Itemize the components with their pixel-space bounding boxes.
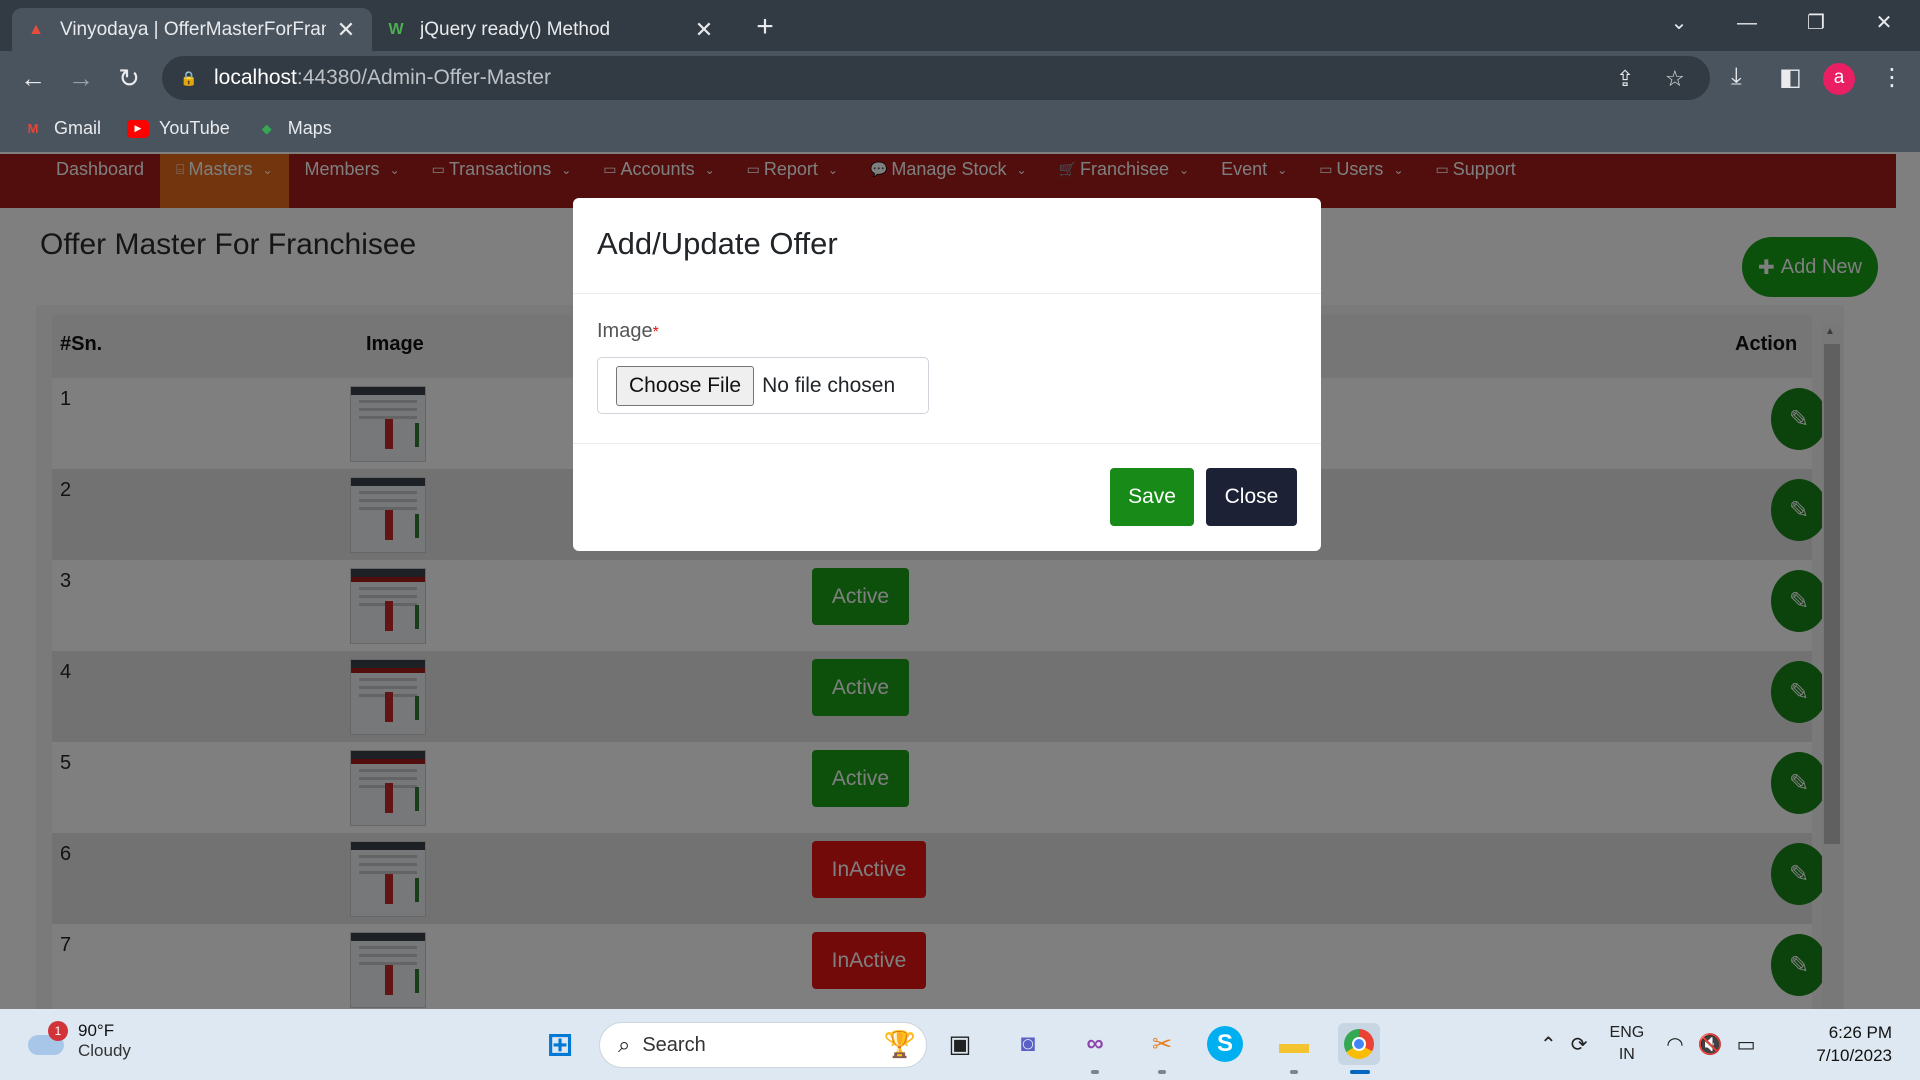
running-indicator bbox=[1091, 1070, 1099, 1074]
lock-icon: 🔒 bbox=[180, 69, 198, 86]
file-status-text: No file chosen bbox=[762, 373, 896, 397]
search-placeholder: Search bbox=[642, 1033, 706, 1056]
windows-start-icon[interactable]: ⊞ bbox=[539, 1023, 581, 1065]
cloud-icon: 1 bbox=[28, 1021, 68, 1059]
youtube-icon: ▶ bbox=[127, 119, 150, 138]
sync-icon[interactable]: ⟳ bbox=[1571, 1032, 1588, 1057]
lang-bottom: IN bbox=[1618, 1046, 1635, 1063]
bookmark-label: YouTube bbox=[159, 118, 230, 138]
chrome-icon[interactable] bbox=[1338, 1023, 1380, 1065]
url-host: localhost bbox=[214, 66, 297, 89]
vinyodaya-icon: ▲ bbox=[28, 20, 44, 38]
modal-title: Add/Update Offer bbox=[597, 226, 838, 261]
close-tab-icon[interactable]: ✕ bbox=[334, 17, 358, 43]
running-indicator bbox=[1158, 1070, 1166, 1074]
reload-icon[interactable]: ↻ bbox=[112, 62, 146, 96]
side-panel-icon[interactable]: ◧ bbox=[1779, 63, 1802, 92]
bookmarks-bar: M Gmail ▶ YouTube ◆ Maps bbox=[0, 105, 1920, 152]
profile-avatar[interactable]: a bbox=[1823, 63, 1855, 95]
save-button[interactable]: Save bbox=[1110, 468, 1194, 526]
taskbar-search[interactable]: ⌕ Search 🏆 bbox=[599, 1022, 927, 1068]
tab-vinyodaya[interactable]: ▲ Vinyodaya | OfferMasterForFranc ✕ bbox=[12, 8, 372, 51]
image-label: Image bbox=[597, 320, 653, 342]
file-explorer-icon[interactable]: ▬ bbox=[1273, 1023, 1315, 1065]
share-icon[interactable]: ⇪ bbox=[1616, 66, 1634, 92]
choose-file-button[interactable]: Choose File bbox=[616, 365, 755, 406]
clock-date: 7/10/2023 bbox=[1816, 1046, 1892, 1065]
weather-widget[interactable]: 1 90°F Cloudy bbox=[28, 1021, 131, 1061]
new-tab-button[interactable]: + bbox=[748, 10, 782, 44]
bookmark-youtube[interactable]: ▶ YouTube bbox=[127, 118, 230, 139]
system-tray: ⌃ ⟳ ENG IN ◠ 🔇 ▭ bbox=[1540, 1019, 1755, 1069]
clock-time: 6:26 PM bbox=[1828, 1023, 1892, 1042]
language-indicator[interactable]: ENG IN bbox=[1610, 1022, 1645, 1066]
browser-toolbar: ← → ↻ 🔒 localhost :44380/Admin-Offer-Mas… bbox=[0, 51, 1920, 105]
battery-icon[interactable]: ▭ bbox=[1737, 1032, 1756, 1057]
teams-chat-icon[interactable]: ◙ bbox=[1007, 1023, 1049, 1065]
chevron-up-icon[interactable]: ⌃ bbox=[1540, 1032, 1557, 1057]
w3schools-icon: W bbox=[388, 20, 404, 38]
bookmark-label: Gmail bbox=[54, 118, 102, 138]
address-bar[interactable]: 🔒 localhost :44380/Admin-Offer-Master ⇪ … bbox=[162, 56, 1710, 100]
close-tab-icon[interactable]: ✕ bbox=[692, 17, 716, 43]
notification-badge: 1 bbox=[48, 1021, 68, 1041]
back-icon[interactable]: ← bbox=[16, 62, 50, 96]
snipping-tool-icon[interactable]: ✂ bbox=[1141, 1023, 1183, 1065]
running-indicator bbox=[1290, 1070, 1298, 1074]
browser-tab-strip: ▲ Vinyodaya | OfferMasterForFranc ✕ W jQ… bbox=[0, 0, 1920, 51]
active-indicator bbox=[1350, 1070, 1370, 1074]
clock[interactable]: 6:26 PM 7/10/2023 bbox=[1800, 1021, 1892, 1067]
weather-temp: 90°F bbox=[78, 1021, 115, 1040]
minimize-icon[interactable]: — bbox=[1727, 8, 1767, 38]
tab-search-chevron-icon[interactable]: ⌄ bbox=[1659, 8, 1699, 38]
skype-icon[interactable]: S bbox=[1207, 1026, 1243, 1062]
modal-header: Add/Update Offer bbox=[573, 198, 1321, 294]
image-file-input[interactable]: Choose File No file chosen bbox=[597, 357, 929, 414]
forward-icon[interactable]: → bbox=[64, 62, 98, 96]
bookmark-label: Maps bbox=[287, 118, 332, 138]
close-button[interactable]: Close bbox=[1206, 468, 1297, 526]
windows-taskbar: 1 90°F Cloudy ⊞ ⌕ Search 🏆 ▣ ◙ ∞ ✂ S ▬ ⌃… bbox=[0, 1009, 1920, 1080]
tab-title: jQuery ready() Method bbox=[420, 18, 611, 40]
download-icon[interactable]: ⤓ bbox=[1731, 63, 1742, 91]
required-marker: * bbox=[652, 324, 659, 341]
task-view-icon[interactable]: ▣ bbox=[939, 1023, 981, 1065]
modal-body: Image* Choose File No file chosen bbox=[573, 294, 1321, 444]
search-icon: ⌕ bbox=[618, 1032, 631, 1057]
tab-title: Vinyodaya | OfferMasterForFranc bbox=[60, 18, 326, 40]
speaker-muted-icon[interactable]: 🔇 bbox=[1698, 1032, 1723, 1057]
close-window-icon[interactable]: ✕ bbox=[1864, 8, 1904, 38]
menu-kebab-icon[interactable]: ⋮ bbox=[1880, 63, 1904, 92]
search-highlight-icon: 🏆 bbox=[883, 1029, 916, 1059]
maps-icon: ◆ bbox=[261, 120, 272, 136]
modal-footer: Save Close bbox=[573, 444, 1321, 550]
visual-studio-icon[interactable]: ∞ bbox=[1074, 1023, 1116, 1065]
image-field-label: Image* bbox=[597, 320, 1297, 343]
tab-jquery[interactable]: W jQuery ready() Method ✕ bbox=[372, 8, 730, 51]
url-path: :44380/Admin-Offer-Master bbox=[296, 66, 551, 89]
wifi-icon[interactable]: ◠ bbox=[1666, 1032, 1683, 1057]
restore-icon[interactable]: ❐ bbox=[1796, 8, 1836, 38]
weather-condition: Cloudy bbox=[78, 1041, 131, 1060]
bookmark-maps[interactable]: ◆ Maps bbox=[256, 118, 332, 139]
gmail-icon: M bbox=[27, 121, 39, 136]
page-content: Dashboard⌸Masters⌄Members⌄▭Transactions⌄… bbox=[0, 152, 1920, 1009]
lang-top: ENG bbox=[1609, 1024, 1645, 1041]
add-update-offer-modal: Add/Update Offer Image* Choose File No f… bbox=[573, 198, 1321, 551]
bookmark-gmail[interactable]: M Gmail bbox=[22, 118, 101, 139]
bookmark-star-icon[interactable]: ☆ bbox=[1665, 66, 1685, 92]
